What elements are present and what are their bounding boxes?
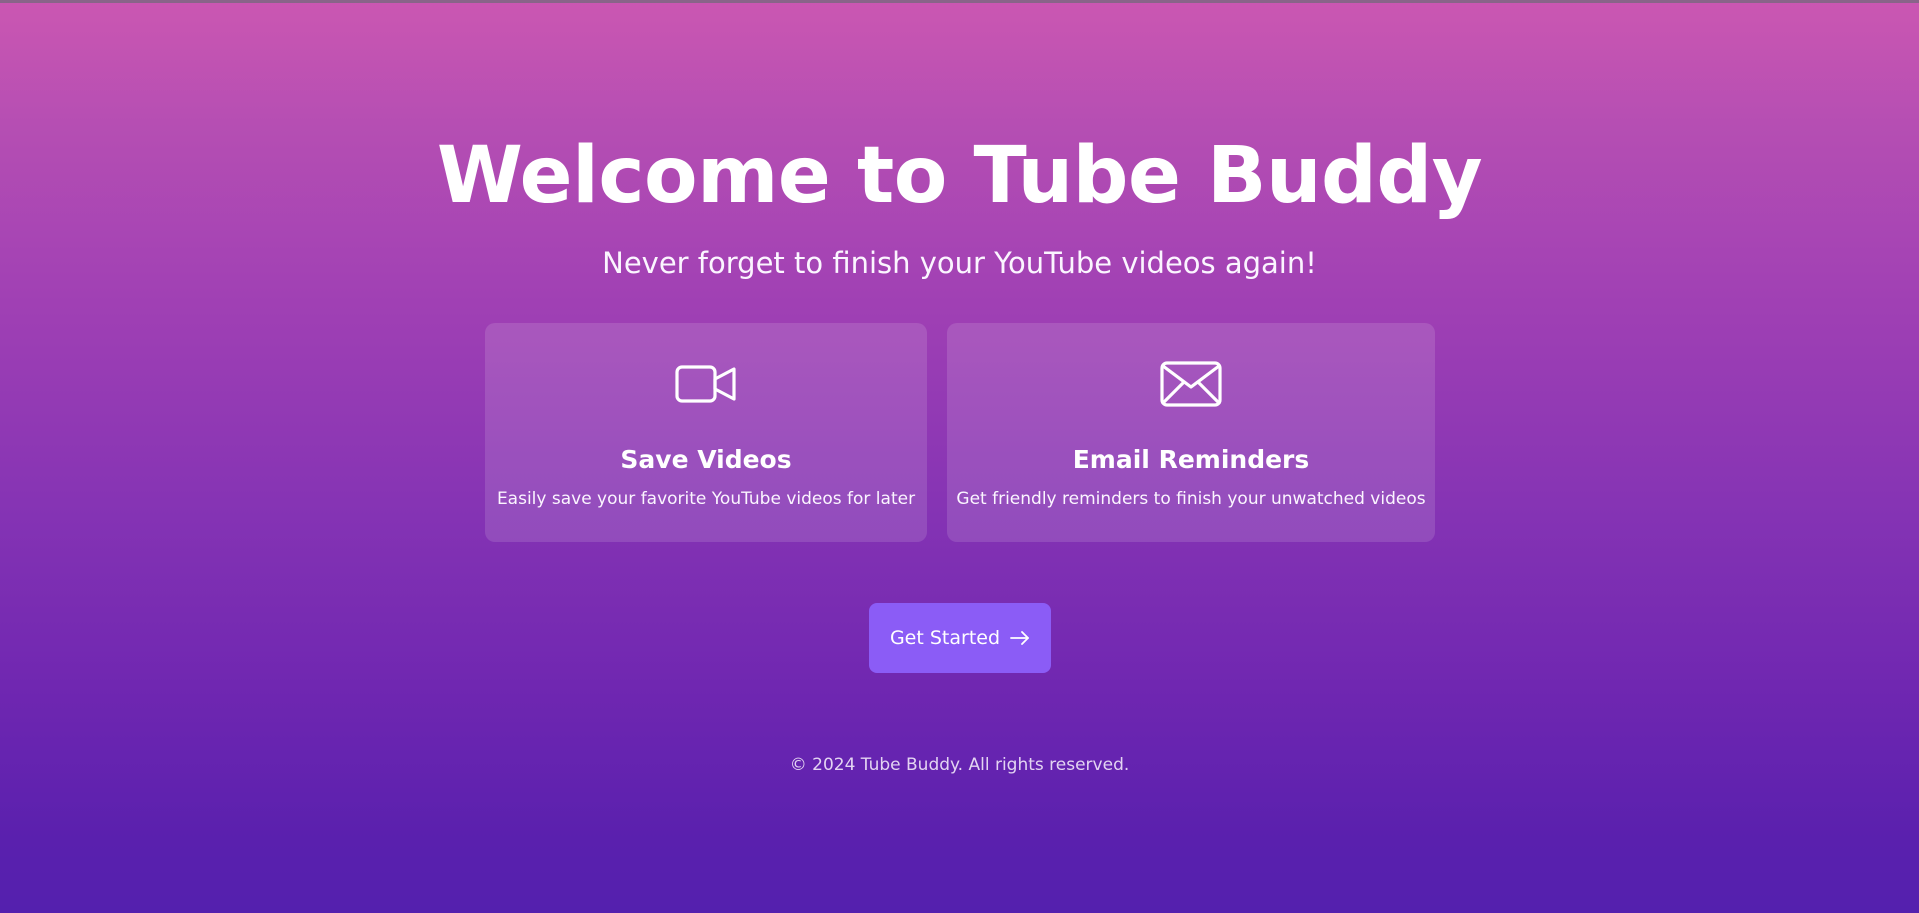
page-subtitle: Never forget to finish your YouTube vide… (602, 246, 1317, 280)
feature-title: Email Reminders (1072, 445, 1310, 474)
get-started-label: Get Started (889, 627, 1001, 649)
arrow-right-icon (1010, 628, 1030, 648)
feature-card-email-reminders: Email Reminders Get friendly reminders t… (947, 323, 1435, 542)
envelope-icon (1159, 361, 1223, 407)
feature-description: Easily save your favorite YouTube videos… (496, 489, 916, 509)
feature-description: Get friendly reminders to finish your un… (956, 489, 1426, 509)
page-title: Welcome to Tube Buddy (436, 131, 1483, 221)
get-started-button[interactable]: Get Started (869, 603, 1051, 673)
hero-section: Welcome to Tube Buddy Never forget to fi… (0, 0, 1919, 913)
video-camera-icon (674, 361, 738, 407)
feature-title: Save Videos (620, 445, 792, 474)
footer-copyright: © 2024 Tube Buddy. All rights reserved. (789, 755, 1130, 775)
feature-card-save-videos: Save Videos Easily save your favorite Yo… (485, 323, 927, 542)
